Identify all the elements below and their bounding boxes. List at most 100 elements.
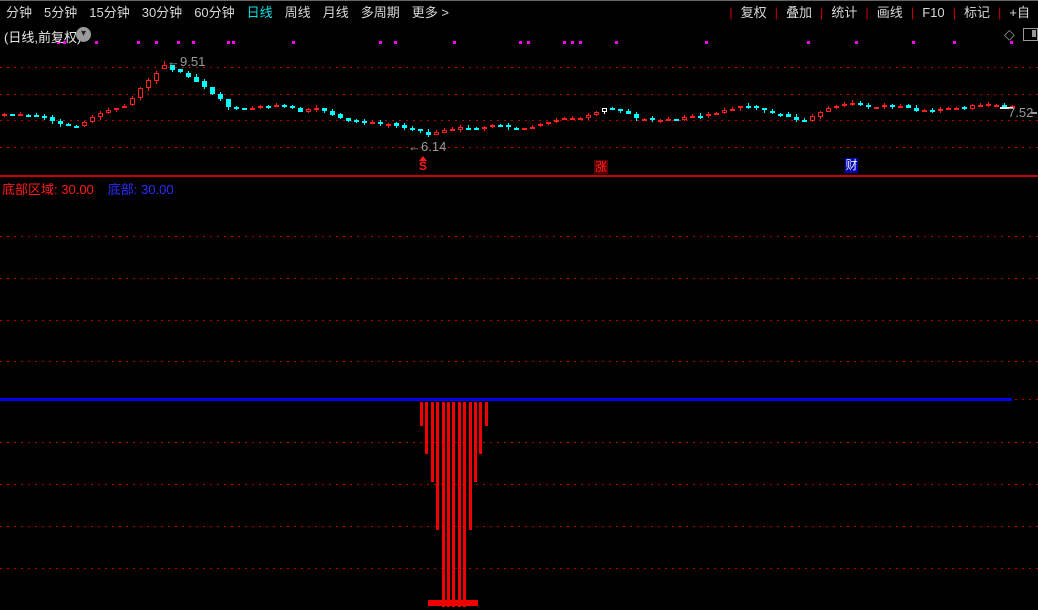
dotted-gridline <box>0 120 1038 121</box>
signal-bar <box>447 402 450 607</box>
candle-body <box>58 121 63 125</box>
candle-body <box>290 106 295 108</box>
candle-body <box>266 106 271 108</box>
signal-bar <box>463 402 466 607</box>
candle-body <box>826 108 831 112</box>
candle-body <box>498 125 503 127</box>
event-dot <box>571 41 574 44</box>
period-tab[interactable]: 周线 <box>279 2 317 23</box>
cai-event-marker[interactable]: 财 <box>845 158 858 173</box>
candle-body <box>130 98 135 106</box>
candle-body <box>594 112 599 116</box>
signal-bar <box>431 402 434 482</box>
tool-button[interactable]: 复权 <box>733 2 775 23</box>
candle-body <box>362 121 367 123</box>
last-price-dash <box>1031 112 1037 114</box>
signal-bar <box>469 402 472 530</box>
zhang-event-marker[interactable]: 涨 <box>594 160 608 174</box>
dotted-gridline <box>0 442 1038 443</box>
dotted-gridline <box>0 320 1038 321</box>
event-dot <box>394 41 397 44</box>
candle-body <box>722 110 727 113</box>
split-window-icon-fill <box>1032 30 1036 37</box>
candle-body <box>706 114 711 117</box>
signal-bar <box>452 402 455 607</box>
signal-bar-bottom-strip <box>428 600 478 606</box>
candle-body <box>682 117 687 120</box>
tool-button[interactable]: +自 <box>1001 2 1038 23</box>
candle-body <box>570 118 575 120</box>
candle-body <box>66 124 71 126</box>
period-tab[interactable]: 30分钟 <box>136 2 188 23</box>
candle-body <box>298 108 303 112</box>
period-tab[interactable]: 多周期 <box>355 2 406 23</box>
candle-body <box>146 80 151 88</box>
candle-body <box>250 108 255 110</box>
signal-bar <box>436 402 439 530</box>
candle-body <box>226 99 231 107</box>
candle-body <box>522 128 527 130</box>
period-tab[interactable]: 5分钟 <box>38 2 83 23</box>
candle-body <box>954 108 959 110</box>
indicator-panel[interactable]: 底部区域: 30.00 底部: 30.00 <box>0 177 1038 610</box>
candle-body <box>794 117 799 120</box>
candle-body <box>2 114 7 116</box>
period-tab[interactable]: 15分钟 <box>83 2 135 23</box>
event-dot <box>615 41 618 44</box>
candle-body <box>546 122 551 124</box>
period-tab[interactable]: 月线 <box>317 2 355 23</box>
tool-button[interactable]: 叠加 <box>778 2 820 23</box>
candle-body <box>858 103 863 106</box>
signal-bar <box>485 402 488 426</box>
candle-body <box>946 108 951 110</box>
event-dot <box>705 41 708 44</box>
candle-body <box>674 119 679 121</box>
candle-body <box>322 108 327 111</box>
candle-body <box>634 114 639 118</box>
low-price-label: ←6.14 <box>408 139 446 154</box>
chart-mode-label: (日线,前复权) <box>4 27 81 46</box>
candle-body <box>986 104 991 106</box>
candle-body <box>90 117 95 122</box>
event-dot <box>579 41 582 44</box>
candle-body <box>786 114 791 117</box>
tool-button[interactable]: F10 <box>914 2 952 23</box>
period-tab[interactable]: 分钟 <box>0 2 38 23</box>
candle-body <box>306 109 311 112</box>
candle-body <box>770 111 775 114</box>
candle-body <box>658 120 663 122</box>
signal-bar <box>420 402 423 426</box>
candle-body <box>938 109 943 111</box>
candle-body <box>194 77 199 82</box>
candle-body <box>202 81 207 87</box>
tool-button[interactable]: 标记 <box>956 2 998 23</box>
candle-body <box>818 112 823 117</box>
event-dot <box>807 41 810 44</box>
candle-body <box>418 129 423 131</box>
candle-body <box>50 117 55 121</box>
dotted-gridline <box>0 67 1038 68</box>
candle-body <box>898 106 903 108</box>
split-window-icon[interactable] <box>1023 28 1038 41</box>
main-chart-panel[interactable]: (日线,前复权) ▾ ◇ ←9.51 ←6.14 7.52 S 涨 财 <box>0 23 1038 176</box>
event-dot <box>292 41 295 44</box>
event-dot <box>95 41 98 44</box>
signal-bar <box>425 402 428 454</box>
event-dot <box>855 41 858 44</box>
period-tab[interactable]: 60分钟 <box>188 2 240 23</box>
period-tab[interactable]: 更多 > <box>406 2 455 23</box>
candle-body <box>330 111 335 114</box>
period-tab[interactable]: 日线 <box>241 2 279 23</box>
chevron-down-icon[interactable]: ▾ <box>76 27 91 42</box>
candle-body <box>234 107 239 109</box>
candle-body <box>82 122 87 126</box>
dotted-gridline <box>0 526 1038 527</box>
candle-body <box>754 106 759 108</box>
candle-body <box>978 105 983 107</box>
diamond-icon[interactable]: ◇ <box>1004 26 1015 42</box>
signal-bar <box>442 402 445 607</box>
tool-button[interactable]: 画线 <box>869 2 911 23</box>
tool-button[interactable]: 统计 <box>823 2 865 23</box>
candle-body <box>602 108 607 111</box>
candle-body <box>506 125 511 127</box>
